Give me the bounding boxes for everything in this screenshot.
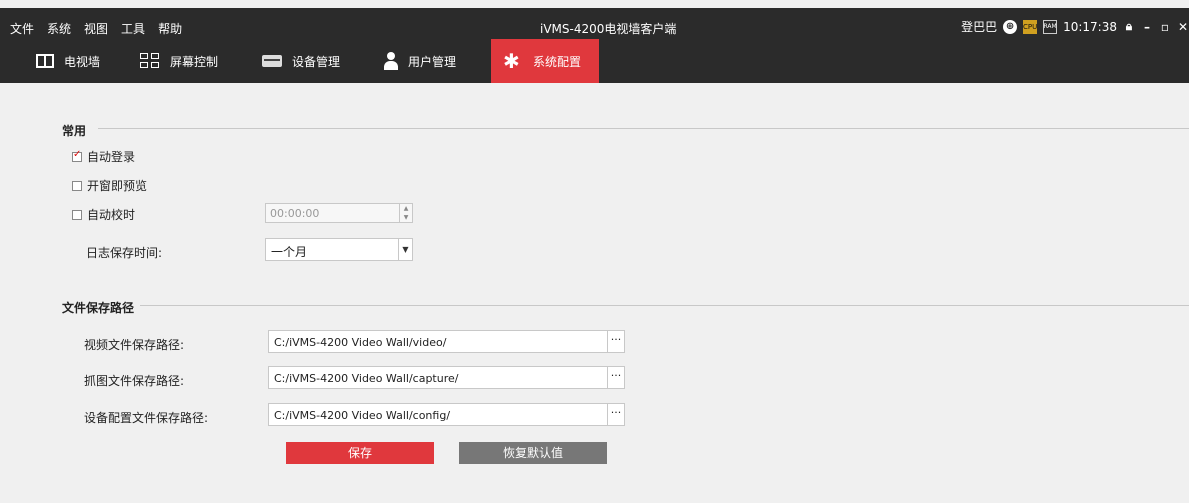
minimize-icon[interactable]: – xyxy=(1141,20,1153,34)
capture-path-value: C:/iVMS-4200 Video Wall/capture/ xyxy=(274,372,459,385)
tab-label: 电视墙 xyxy=(64,54,101,69)
auto-time-sync-checkbox[interactable] xyxy=(72,210,82,220)
menu-tools[interactable]: 工具 xyxy=(121,20,145,37)
menu-help[interactable]: 帮助 xyxy=(158,20,182,37)
sync-time-input[interactable]: 00:00:00 ▲ ▼ xyxy=(265,203,413,223)
gear-icon: ✱ xyxy=(503,49,520,73)
window-title: iVMS-4200电视墙客户端 xyxy=(540,22,677,36)
status-area: 登巴巴 ⊕ CPU RAM 10:17:38 🔒︎ – ▫ ✕ xyxy=(961,18,1189,35)
log-retention-label: 日志保存时间: xyxy=(86,246,163,260)
tab-system-config[interactable]: ✱ 系统配置 xyxy=(491,39,600,83)
tab-label: 设备管理 xyxy=(292,54,341,69)
video-path-input[interactable]: C:/iVMS-4200 Video Wall/video/ ··· xyxy=(268,330,625,353)
auto-time-sync-option[interactable]: 自动校时 xyxy=(72,206,135,223)
preview-on-open-option[interactable]: 开窗即预览 xyxy=(72,177,147,194)
menu-system[interactable]: 系统 xyxy=(47,20,71,37)
config-path-input[interactable]: C:/iVMS-4200 Video Wall/config/ ··· xyxy=(268,403,625,426)
top-band xyxy=(0,0,1189,8)
browse-config-button[interactable]: ··· xyxy=(607,404,624,425)
browse-video-button[interactable]: ··· xyxy=(607,331,624,352)
tab-device-management[interactable]: 设备管理 xyxy=(252,39,340,83)
tab-user-management[interactable]: 用户管理 xyxy=(374,39,456,83)
save-button[interactable]: 保存 xyxy=(286,442,434,464)
browse-capture-button[interactable]: ··· xyxy=(607,367,624,388)
current-user[interactable]: 登巴巴 xyxy=(961,18,997,35)
log-retention-select[interactable]: 一个月 ▼ xyxy=(265,238,413,261)
menu-file[interactable]: 文件 xyxy=(10,20,34,37)
lock-icon[interactable]: 🔒︎ xyxy=(1123,19,1135,34)
tab-tv-wall[interactable]: 电视墙 xyxy=(26,39,100,83)
screen-control-icon xyxy=(140,53,160,69)
chevron-down-icon[interactable]: ▼ xyxy=(398,239,412,260)
config-path-label: 设备配置文件保存路径: xyxy=(84,411,209,425)
capture-path-input[interactable]: C:/iVMS-4200 Video Wall/capture/ ··· xyxy=(268,366,625,389)
config-path-value: C:/iVMS-4200 Video Wall/config/ xyxy=(274,409,451,422)
close-icon[interactable]: ✕ xyxy=(1177,20,1189,34)
user-icon xyxy=(384,52,398,70)
tab-screen-control[interactable]: 屏幕控制 xyxy=(130,39,218,83)
nav-bar: 电视墙 屏幕控制 设备管理 用户管理 ✱ 系统配置 xyxy=(0,39,1189,83)
menu-bar: 文件 系统 视图 工具 帮助 xyxy=(10,20,182,37)
auto-login-option[interactable]: 自动登录 xyxy=(72,148,135,165)
restore-defaults-button[interactable]: 恢复默认值 xyxy=(459,442,607,464)
tab-label: 系统配置 xyxy=(533,54,582,69)
section-title-paths: 文件保存路径 xyxy=(62,301,135,315)
section-title-general: 常用 xyxy=(62,124,87,138)
auto-login-label: 自动登录 xyxy=(87,150,136,164)
device-icon xyxy=(262,55,282,67)
tab-label: 用户管理 xyxy=(408,54,457,69)
clock: 10:17:38 xyxy=(1063,19,1117,34)
menu-view[interactable]: 视图 xyxy=(84,20,108,37)
divider xyxy=(140,305,1189,306)
preview-on-open-checkbox[interactable] xyxy=(72,181,82,191)
video-path-value: C:/iVMS-4200 Video Wall/video/ xyxy=(274,336,447,349)
auto-login-checkbox[interactable] xyxy=(72,149,82,162)
maximize-icon[interactable]: ▫ xyxy=(1159,20,1171,34)
video-path-label: 视频文件保存路径: xyxy=(84,338,185,352)
sync-time-value: 00:00:00 xyxy=(270,207,320,220)
globe-icon[interactable]: ⊕ xyxy=(1003,19,1018,34)
divider xyxy=(98,128,1189,129)
capture-path-label: 抓图文件保存路径: xyxy=(84,374,185,388)
auto-time-sync-label: 自动校时 xyxy=(87,208,136,222)
tab-label: 屏幕控制 xyxy=(170,54,219,69)
cpu-icon: CPU xyxy=(1023,19,1037,34)
ram-icon: RAM xyxy=(1043,19,1058,34)
log-retention-value: 一个月 xyxy=(271,245,308,259)
preview-on-open-label: 开窗即预览 xyxy=(87,179,148,193)
spinner-icon[interactable]: ▲ ▼ xyxy=(399,204,412,222)
tv-wall-icon xyxy=(36,54,54,68)
